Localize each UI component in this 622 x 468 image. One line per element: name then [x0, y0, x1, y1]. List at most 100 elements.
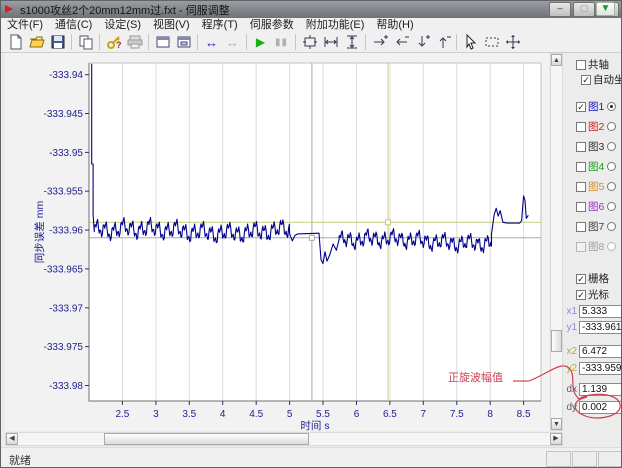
run-icon[interactable]: ▶: [250, 33, 271, 52]
cursor-checkbox[interactable]: ✓: [576, 290, 586, 300]
print-icon[interactable]: [124, 33, 145, 52]
channel-row-1[interactable]: ✓图1: [576, 99, 616, 114]
scale-x-minus-icon[interactable]: [390, 33, 411, 52]
app-icon: [5, 4, 16, 15]
autoscale-checkbox[interactable]: ✓: [581, 75, 591, 85]
scale-y-plus-icon[interactable]: [411, 33, 432, 52]
channel-1-radio[interactable]: [607, 102, 616, 111]
span-horizontal-off-icon[interactable]: ↔: [222, 33, 243, 52]
channel-2-radio[interactable]: [607, 122, 616, 131]
cursor-field-row-dy: dy0.002: [564, 401, 622, 414]
grid-checkbox[interactable]: ✓: [576, 274, 586, 284]
pointer-icon[interactable]: [460, 33, 481, 52]
channel-8-checkbox[interactable]: [576, 242, 586, 252]
menu-item-5[interactable]: 伺服参数: [244, 18, 300, 32]
channel-row-2[interactable]: 图2: [576, 119, 616, 134]
y-tick-label: -333.945: [44, 109, 84, 120]
select-box-icon[interactable]: [481, 33, 502, 52]
menu-item-6[interactable]: 附加功能(E): [300, 18, 371, 32]
copy-icon[interactable]: [75, 33, 96, 52]
channel-6-radio[interactable]: [607, 202, 616, 211]
maximize-icon[interactable]: ▢: [573, 2, 595, 17]
cursor-field-value-x1[interactable]: 5.333: [579, 305, 622, 318]
channel-6-label: 图6: [588, 199, 604, 214]
fit-horizontal-icon[interactable]: [320, 33, 341, 52]
fit-all-icon[interactable]: [299, 33, 320, 52]
channel-8-radio[interactable]: [607, 242, 616, 251]
horizontal-scroll-thumb[interactable]: [104, 433, 309, 445]
vertical-scrollbar[interactable]: ▲ ▼: [550, 53, 563, 431]
channel-7-radio[interactable]: [607, 222, 616, 231]
channel-3-radio[interactable]: [607, 142, 616, 151]
window-2-icon[interactable]: [173, 33, 194, 52]
channel-row-8[interactable]: 图8: [576, 239, 616, 254]
menu-item-3[interactable]: 视图(V): [147, 18, 196, 32]
grid-checkbox-row[interactable]: ✓ 栅格: [576, 271, 609, 286]
channel-4-checkbox[interactable]: [576, 162, 586, 172]
cursor-field-value-y1[interactable]: -333.961: [579, 321, 622, 334]
scroll-left-icon[interactable]: ◀: [6, 433, 18, 445]
statusbar-cell: [598, 451, 622, 467]
channel-2-label: 图2: [588, 119, 604, 134]
channel-7-checkbox[interactable]: [576, 222, 586, 232]
cursor-checkbox-row[interactable]: ✓ 光标: [576, 287, 609, 302]
coaxial-checkbox-row[interactable]: 共轴: [576, 57, 609, 72]
new-file-icon[interactable]: [5, 33, 26, 52]
channel-1-checkbox[interactable]: ✓: [576, 102, 586, 112]
channel-2-checkbox[interactable]: [576, 122, 586, 132]
autoscale-checkbox-row[interactable]: ✓ 自动坐标: [581, 72, 622, 87]
cursor-2-marker[interactable]: [386, 220, 391, 225]
y-tick-label: -333.96: [49, 226, 83, 237]
minimize-icon[interactable]: –: [549, 2, 571, 17]
open-file-icon[interactable]: [26, 33, 47, 52]
span-horizontal-icon[interactable]: ↔: [201, 33, 222, 52]
menu-item-2[interactable]: 设定(S): [98, 18, 147, 32]
cursor-field-label-dx: dx: [564, 384, 577, 395]
pan-crosshair-icon[interactable]: [502, 33, 523, 52]
x-tick-label: 4: [220, 409, 226, 420]
cursor-1-marker[interactable]: [309, 235, 314, 240]
menu-item-1[interactable]: 通信(C): [49, 18, 98, 32]
channel-row-3[interactable]: 图3: [576, 139, 616, 154]
cursor-field-value-dx[interactable]: 1.139: [579, 383, 622, 396]
y-tick-label: -333.98: [49, 381, 83, 392]
cursor-field-value-y2[interactable]: -333.959: [579, 362, 622, 375]
channel-6-checkbox[interactable]: [576, 202, 586, 212]
channel-row-4[interactable]: 图4: [576, 159, 616, 174]
fit-vertical-icon[interactable]: [341, 33, 362, 52]
channel-row-7[interactable]: 图7: [576, 219, 616, 234]
status-text: 就绪: [9, 452, 31, 468]
coaxial-checkbox[interactable]: [576, 60, 586, 70]
menu-item-0[interactable]: 文件(F): [1, 18, 49, 32]
channel-3-checkbox[interactable]: [576, 142, 586, 152]
channel-5-checkbox[interactable]: [576, 182, 586, 192]
scroll-up-icon[interactable]: ▲: [551, 54, 562, 66]
menu-bar: 文件(F)通信(C)设定(S)视图(V)程序(T)伺服参数附加功能(E)帮助(H…: [1, 18, 622, 33]
save-file-icon[interactable]: [47, 33, 68, 52]
pause-icon[interactable]: ▮▮: [271, 33, 292, 52]
help-key-icon[interactable]: ?: [103, 33, 124, 52]
channel-4-radio[interactable]: [607, 162, 616, 171]
scale-y-minus-icon[interactable]: [432, 33, 453, 52]
scroll-right-icon[interactable]: ▶: [550, 433, 562, 445]
cursor-field-value-x2[interactable]: 6.472: [579, 345, 622, 358]
horizontal-scrollbar[interactable]: ◀ ▶: [5, 432, 563, 446]
vertical-scroll-thumb[interactable]: [551, 330, 562, 352]
scale-x-plus-icon[interactable]: [369, 33, 390, 52]
channel-row-6[interactable]: 图6: [576, 199, 616, 214]
channel-5-radio[interactable]: [607, 182, 616, 191]
cursor-field-row-x1: x15.333: [564, 305, 622, 318]
channel-row-5[interactable]: 图5: [576, 179, 616, 194]
channel-1-label: 图1: [588, 99, 604, 114]
cursor-field-value-dy[interactable]: 0.002: [579, 401, 622, 414]
green-down-arrow-icon[interactable]: ▼: [596, 2, 615, 16]
chart-svg: -333.94-333.945-333.95-333.955-333.96-33…: [5, 53, 549, 431]
scroll-down-icon[interactable]: ▼: [551, 418, 562, 430]
menu-item-7[interactable]: 帮助(H): [370, 18, 419, 32]
menu-item-4[interactable]: 程序(T): [196, 18, 244, 32]
autoscale-label: 自动坐标: [593, 72, 622, 87]
y-tick-label: -333.94: [49, 70, 83, 81]
cursor-field-label-dy: dy: [564, 402, 577, 413]
cursor-field-label-x2: x2: [564, 346, 577, 357]
window-1-icon[interactable]: [152, 33, 173, 52]
